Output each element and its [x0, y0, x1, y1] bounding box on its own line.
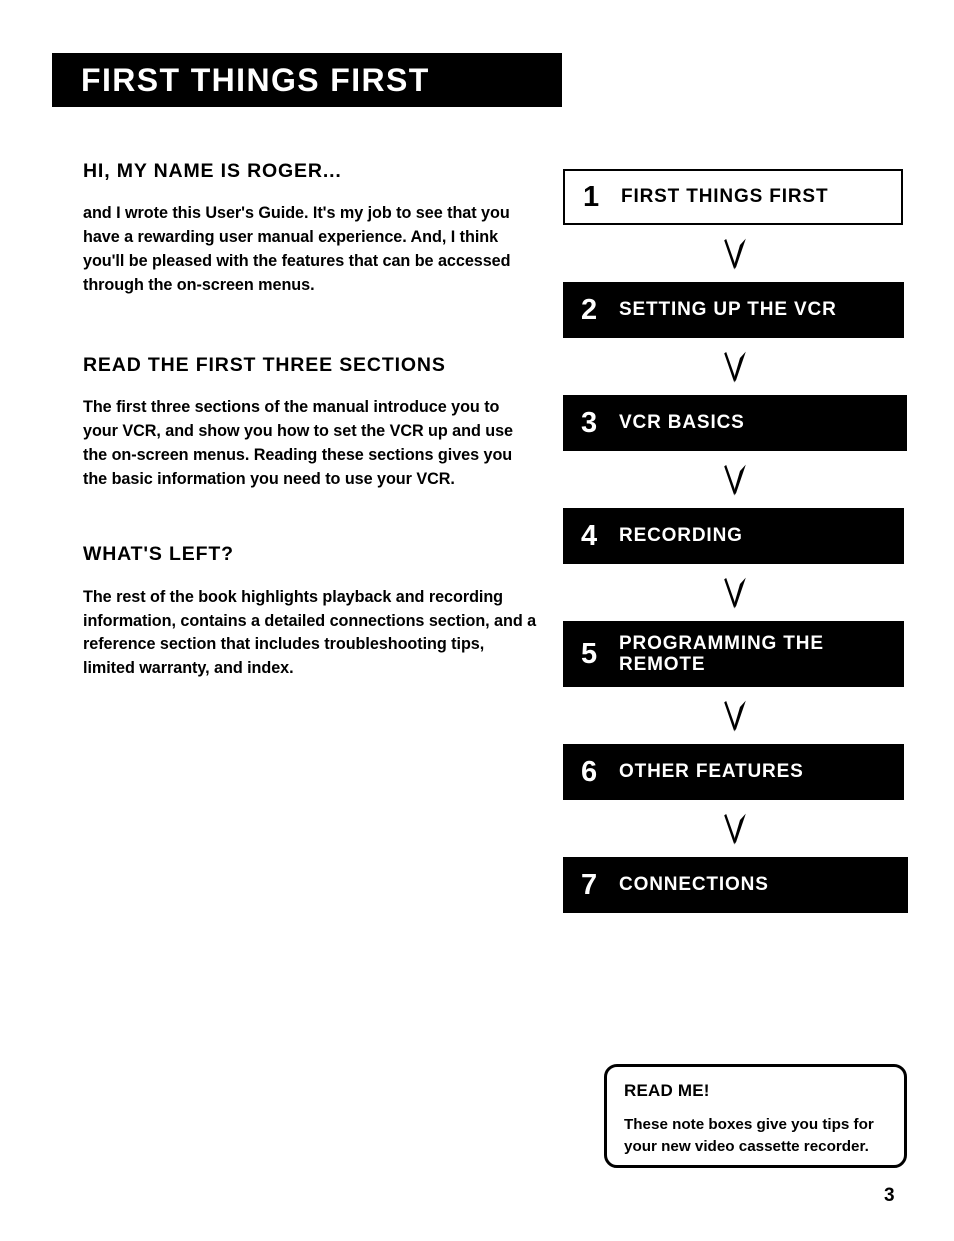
flow-step-label: SETTING UP THE VCR	[619, 299, 837, 321]
read-me-note-box: READ ME! These note boxes give you tips …	[604, 1064, 907, 1168]
section-read-the-first-three-sections: READ THE FIRST THREE SECTIONS The first …	[83, 354, 538, 492]
flow-step-number: 5	[581, 637, 598, 670]
down-arrow-icon	[563, 800, 908, 857]
flow-step-label: PROGRAMMING THE REMOTE	[619, 632, 824, 675]
section-body: and I wrote this User's Guide. It's my j…	[83, 204, 511, 294]
flow-step-label: FIRST THINGS FIRST	[621, 186, 829, 208]
flow-step-number: 4	[581, 519, 598, 552]
flow-step-7[interactable]: 7 CONNECTIONS	[563, 857, 908, 913]
flow-step-6[interactable]: 6 OTHER FEATURES	[563, 744, 904, 800]
page-number: 3	[884, 1185, 895, 1206]
flow-step-5[interactable]: 5 PROGRAMMING THE REMOTE	[563, 621, 904, 687]
flow-step-number: 3	[581, 406, 598, 439]
flow-step-number: 2	[581, 293, 598, 326]
flow-step-2[interactable]: 2 SETTING UP THE VCR	[563, 282, 904, 338]
manual-page: FIRST THINGS FIRST HI, MY NAME IS ROGER.…	[0, 0, 954, 1241]
section-hi-my-name-is-roger: HI, MY NAME IS ROGER... and I wrote this…	[83, 160, 538, 298]
flow-step-3[interactable]: 3 VCR BASICS	[563, 395, 907, 451]
flow-step-label: OTHER FEATURES	[619, 761, 804, 783]
flow-step-label: VCR BASICS	[619, 412, 745, 434]
note-box-body: These note boxes give you tips for your …	[624, 1116, 874, 1155]
flow-step-number: 7	[581, 868, 598, 901]
flow-step-label: CONNECTIONS	[619, 874, 769, 896]
section-flowchart: 1 FIRST THINGS FIRST 2 SETTING UP THE VC…	[563, 169, 908, 913]
section-heading: READ THE FIRST THREE SECTIONS	[83, 353, 446, 376]
flow-step-number: 1	[583, 180, 600, 213]
section-whats-left: WHAT'S LEFT? The rest of the book highli…	[83, 543, 538, 681]
flow-step-1[interactable]: 1 FIRST THINGS FIRST	[563, 169, 903, 225]
down-arrow-icon	[563, 451, 908, 508]
down-arrow-icon	[563, 687, 908, 744]
flow-step-number: 6	[581, 755, 598, 788]
flow-step-label: RECORDING	[619, 525, 743, 547]
note-box-title: READ ME!	[624, 1081, 710, 1100]
left-text-column: HI, MY NAME IS ROGER... and I wrote this…	[83, 160, 538, 711]
flow-step-4[interactable]: 4 RECORDING	[563, 508, 904, 564]
down-arrow-icon	[563, 338, 908, 395]
section-body: The rest of the book highlights playback…	[83, 587, 537, 678]
section-heading: HI, MY NAME IS ROGER...	[83, 160, 342, 182]
down-arrow-icon	[563, 564, 908, 621]
page-title-banner: FIRST THINGS FIRST	[52, 53, 562, 107]
section-body: The first three sections of the manual i…	[83, 398, 513, 488]
section-heading: WHAT'S LEFT?	[83, 543, 234, 566]
page-title: FIRST THINGS FIRST	[81, 61, 430, 98]
down-arrow-icon	[563, 225, 908, 282]
